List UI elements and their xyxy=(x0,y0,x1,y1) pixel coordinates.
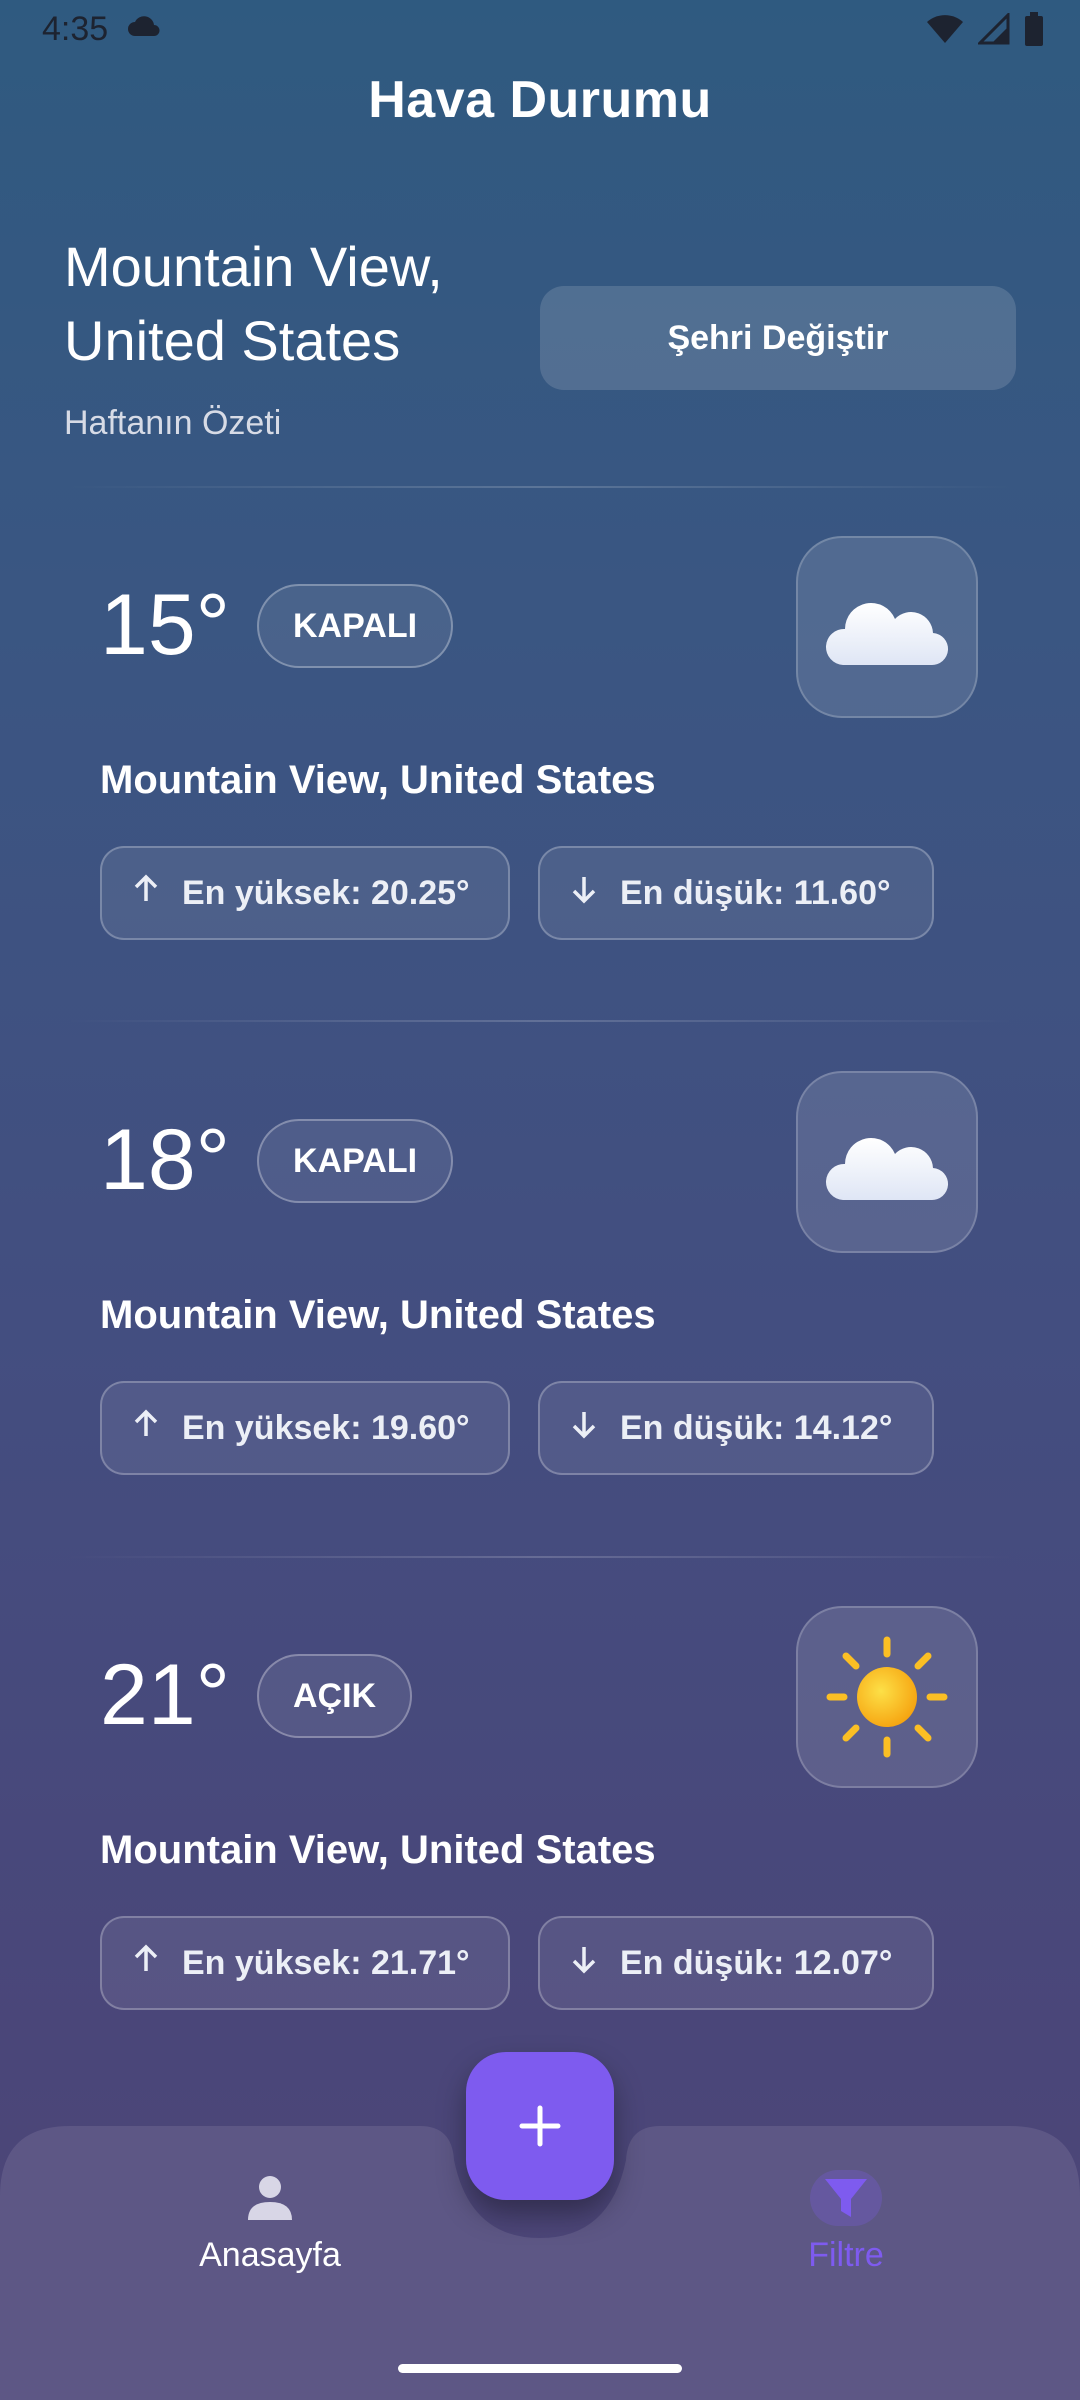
battery-icon xyxy=(1025,12,1043,46)
divider xyxy=(64,1556,1016,1558)
arrow-up-icon xyxy=(130,1408,162,1449)
plus-icon xyxy=(519,2105,561,2147)
add-button[interactable] xyxy=(466,2052,614,2200)
signal-icon xyxy=(978,13,1010,45)
nav-label-home: Anasayfa xyxy=(199,2236,341,2274)
arrow-down-icon xyxy=(568,1943,600,1984)
max-temp-chip: En yüksek: 21.71° xyxy=(100,1916,510,2010)
sun-icon xyxy=(796,1606,978,1788)
status-cloud-icon xyxy=(126,14,162,43)
min-temp-label: En düşük: 12.07° xyxy=(620,1943,893,1982)
condition-badge: KAPALI xyxy=(257,1119,454,1203)
min-temp-chip: En düşük: 11.60° xyxy=(538,846,934,940)
arrow-down-icon xyxy=(568,1408,600,1449)
nav-label-filter: Filtre xyxy=(808,2236,884,2274)
page-title: Hava Durumu xyxy=(368,71,712,129)
status-time: 4:35 xyxy=(42,10,109,48)
arrow-down-icon xyxy=(568,873,600,914)
divider xyxy=(64,486,1016,488)
cloud-icon xyxy=(796,1071,978,1253)
week-summary-label: Haftanın Özeti xyxy=(64,404,282,442)
status-icons xyxy=(926,12,1044,46)
max-temp-chip: En yüksek: 20.25° xyxy=(100,846,510,940)
temperature: 15° xyxy=(100,577,231,673)
arrow-up-icon xyxy=(130,873,162,914)
home-indicator xyxy=(398,2364,682,2373)
forecast-card[interactable]: 21° AÇIK Mountain View, United States En… xyxy=(100,1606,980,2026)
forecast-card[interactable]: 15° KAPALI Mountain View, United States … xyxy=(100,536,980,956)
card-city: Mountain View, United States xyxy=(100,1293,656,1337)
min-temp-chip: En düşük: 12.07° xyxy=(538,1916,934,2010)
max-temp-label: En yüksek: 21.71° xyxy=(182,1943,470,1982)
card-city: Mountain View, United States xyxy=(100,758,656,802)
forecast-card[interactable]: 18° KAPALI Mountain View, United States … xyxy=(100,1071,980,1491)
card-city: Mountain View, United States xyxy=(100,1828,656,1872)
condition-badge: AÇIK xyxy=(257,1654,413,1738)
wifi-icon xyxy=(927,15,963,43)
temperature: 18° xyxy=(100,1112,231,1208)
temperature: 21° xyxy=(100,1647,231,1743)
nav-item-home[interactable]: Anasayfa xyxy=(160,2170,380,2275)
nav-item-filter[interactable]: Filtre xyxy=(736,2170,956,2275)
min-temp-chip: En düşük: 14.12° xyxy=(538,1381,934,1475)
cloud-icon xyxy=(796,536,978,718)
filter-icon-container xyxy=(810,2170,882,2226)
filter-icon xyxy=(825,2179,867,2217)
condition-badge: KAPALI xyxy=(257,584,454,668)
max-temp-label: En yüksek: 20.25° xyxy=(182,873,470,912)
current-city: Mountain View, United States xyxy=(64,235,443,372)
change-city-button[interactable]: Şehri Değiştir xyxy=(540,286,1016,390)
status-bar: 4:35 xyxy=(0,0,1080,60)
min-temp-label: En düşük: 14.12° xyxy=(620,1408,893,1447)
location-header: Mountain View, United States Haftanın Öz… xyxy=(64,230,524,443)
person-icon xyxy=(248,2176,292,2220)
max-temp-chip: En yüksek: 19.60° xyxy=(100,1381,510,1475)
max-temp-label: En yüksek: 19.60° xyxy=(182,1408,470,1447)
arrow-up-icon xyxy=(130,1943,162,1984)
divider xyxy=(64,1020,1016,1022)
min-temp-label: En düşük: 11.60° xyxy=(620,873,891,912)
